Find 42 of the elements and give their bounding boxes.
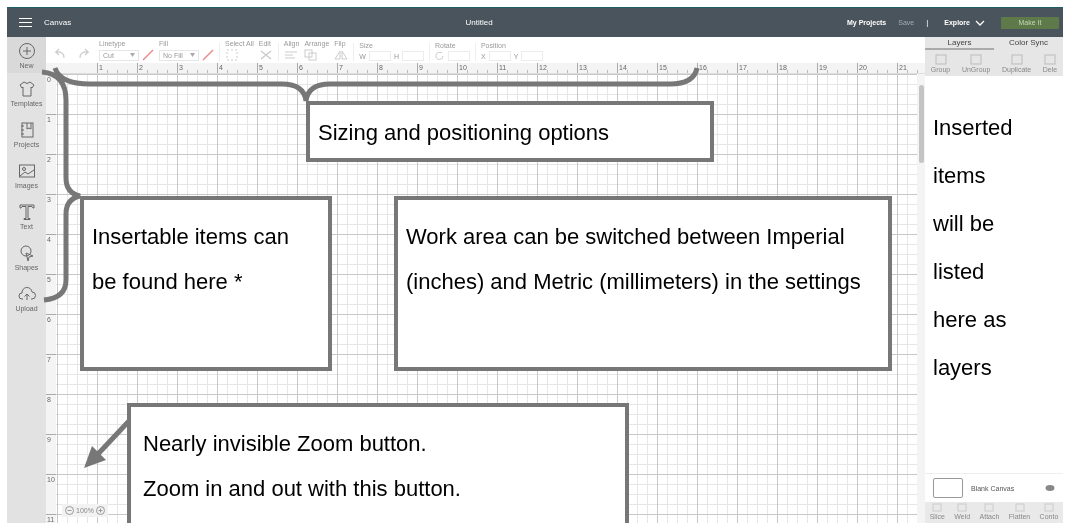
caret-icon — [190, 53, 195, 57]
scissors-icon[interactable] — [258, 49, 273, 61]
panel-tab[interactable]: Layers — [925, 37, 994, 50]
eye-icon[interactable] — [1045, 484, 1055, 492]
action-icon — [1043, 503, 1054, 512]
annotation-text: Nearly invisible Zoom button. — [143, 430, 428, 458]
rotate-icon — [434, 51, 445, 61]
caret-icon — [130, 53, 135, 57]
annotation-text: Sizing and positioning options — [318, 120, 611, 146]
action-icon — [934, 53, 947, 65]
image-icon — [17, 162, 36, 180]
annotation-text: Work area can be switched between Imperial (inches) and Metric (millimeters) in the settings — [406, 223, 861, 296]
separator: | — [926, 18, 929, 27]
text-icon — [17, 203, 36, 221]
chevron-icon — [975, 19, 985, 26]
canvas-swatch — [933, 478, 963, 498]
shirt-icon — [17, 80, 36, 98]
action-icon — [932, 503, 943, 512]
plus-icon — [17, 41, 36, 60]
action-icon — [1043, 53, 1056, 65]
select-all-icon[interactable] — [225, 49, 239, 61]
scrollbar[interactable] — [917, 74, 925, 523]
color-swatch-icon[interactable] — [142, 49, 154, 61]
arrange-icon[interactable] — [304, 49, 319, 61]
app-title: Canvas — [44, 18, 72, 27]
action-icon — [984, 503, 995, 512]
action-icon — [1010, 53, 1023, 65]
action-icon — [970, 53, 983, 65]
action-icon — [957, 503, 968, 512]
shapes-icon — [17, 244, 36, 262]
color-swatch-icon[interactable] — [202, 49, 214, 61]
upload-icon — [17, 285, 36, 303]
align-icon[interactable] — [283, 49, 298, 61]
annotation-text: Zoom in and out with this button. — [143, 475, 462, 503]
document-title: Untitled — [464, 18, 494, 27]
zoom-out-icon[interactable] — [65, 506, 74, 515]
annotation-text: Insertable items can be found here * — [92, 223, 290, 296]
zoom-in-icon[interactable] — [95, 506, 105, 515]
action-icon — [1014, 503, 1025, 512]
menu-icon[interactable] — [19, 17, 32, 28]
flip-icon[interactable] — [334, 49, 349, 61]
annotation-text: Inserted items will be listed here as layers — [932, 114, 1014, 382]
